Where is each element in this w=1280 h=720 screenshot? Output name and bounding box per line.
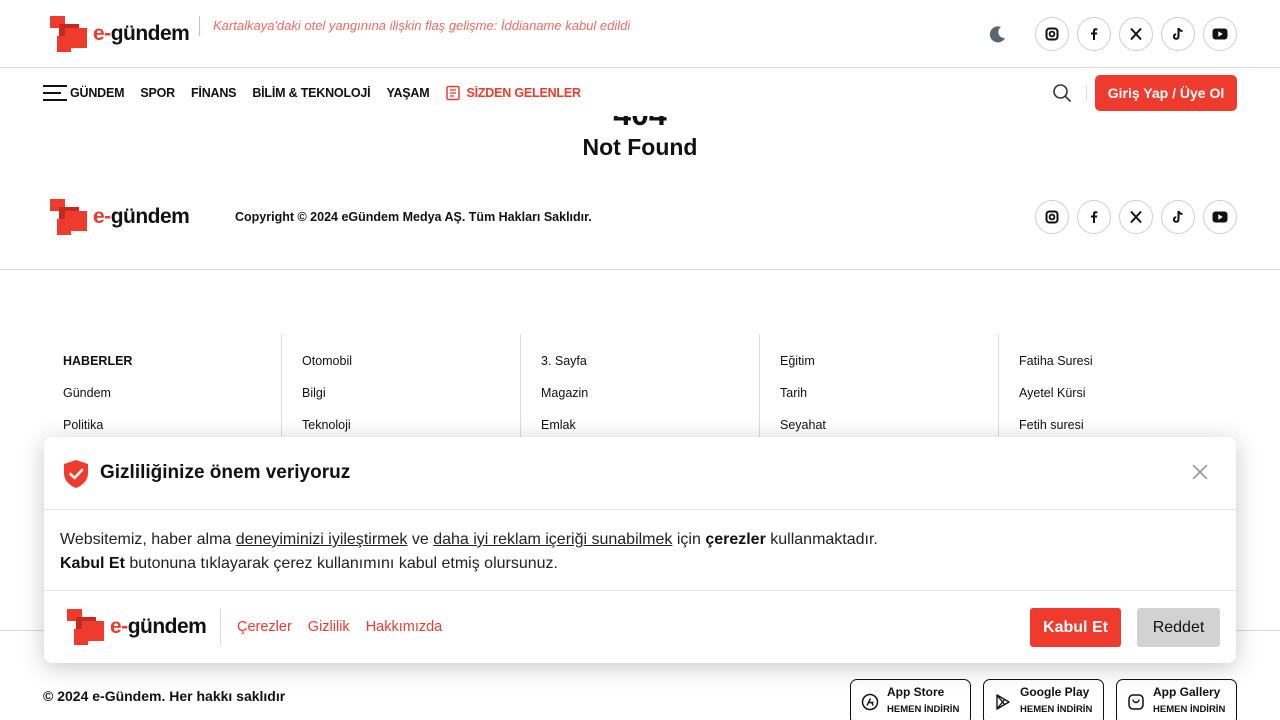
nav-item-bilim-teknoloji[interactable]: BİLİM & TEKNOLOJİ [252,86,370,100]
bottom-copyright: © 2024 e-Gündem. Her hakkı saklıdır [43,688,286,704]
store-cta: HEMEN İNDİRİN [887,704,960,715]
footer-column: HABERLER Gündem Politika [43,334,281,444]
nav-divider [1086,85,1087,101]
dark-mode-icon[interactable] [988,24,1008,44]
youtube-icon[interactable] [1203,200,1237,234]
footer-link[interactable]: Otomobil [302,354,520,386]
footer-link[interactable]: Fatiha Suresi [1019,354,1237,386]
cookie-policy-links: Çerezler Gizlilik Hakkımızda [220,608,442,646]
page: e-gündem Kartalkaya'daki otel yangınına … [0,0,1280,720]
nav-item-sizden-gelenler-label: SİZDEN GELENLER [466,86,581,100]
about-link[interactable]: Hakkımızda [366,619,443,635]
site-logo[interactable]: e-gündem [47,14,190,54]
facebook-icon[interactable] [1077,200,1111,234]
login-button[interactable]: Giriş Yap / Üye Ol [1095,75,1237,111]
main-nav: GÜNDEM SPOR FİNANS BİLİM & TEKNOLOJİ YAŞ… [0,69,1280,117]
youtube-icon[interactable] [1203,17,1237,51]
nav-item-finans[interactable]: FİNANS [191,86,237,100]
link-better-ads[interactable]: daha iyi reklam içeriği sunabilmek [433,531,672,548]
store-cta: HEMEN İNDİRİN [1153,704,1226,715]
facebook-icon[interactable] [1077,17,1111,51]
store-name: App Store [887,685,945,699]
footer-link[interactable]: Tarih [780,386,998,418]
footer-logo[interactable]: e-gündem [47,197,190,237]
close-icon[interactable] [1191,463,1209,481]
footer-link-columns: HABERLER Gündem Politika Otomobil Bilgi … [43,334,1237,444]
privacy-link[interactable]: Gizlilik [308,619,350,635]
cookie-dialog-header: Gizliliğinize önem veriyoruz [44,437,1236,510]
document-icon [446,85,461,101]
footer-column: Fatiha Suresi Ayetel Kürsi Fetih suresi [998,334,1237,444]
shield-check-icon [64,460,88,488]
app-gallery-button[interactable]: App Gallery HEMEN İNDİRİN [1116,679,1237,720]
cookie-dialog-body: Websitemiz, haber alma deneyiminizi iyil… [44,510,1236,591]
tiktok-icon[interactable] [1161,200,1195,234]
logo-text: e-gündem [110,615,207,638]
footer-copyright: Copyright © 2024 eGündem Medya AŞ. Tüm H… [235,210,592,224]
link-improve-experience[interactable]: deneyiminizi iyileştirmek [236,531,408,548]
footer-link[interactable]: 3. Sayfa [541,354,759,386]
footer-column: Otomobil Bilgi Teknoloji [281,334,520,444]
footer-link[interactable]: Eğitim [780,354,998,386]
accept-button[interactable]: Kabul Et [1030,608,1121,647]
x-icon[interactable] [1119,17,1153,51]
store-name: App Gallery [1153,685,1221,699]
store-name: Google Play [1020,685,1090,699]
store-cta: HEMEN İNDİRİN [1020,704,1093,715]
footer-column: 3. Sayfa Magazin Emlak [520,334,759,444]
footer-link[interactable]: Magazin [541,386,759,418]
cookie-text-line-2: Kabul Et butonuna tıklayarak çerez kulla… [60,555,558,572]
header-social-links [1035,17,1237,51]
google-play-button[interactable]: Google Play HEMEN İNDİRİN [983,679,1104,720]
nav-item-sizden-gelenler[interactable]: SİZDEN GELENLER [445,85,581,101]
logo-text: e-gündem [93,205,190,228]
cookie-text-line-1: Websitemiz, haber alma deneyiminizi iyil… [60,531,878,548]
footer-column-heading: HABERLER [63,354,133,368]
top-bar: e-gündem Kartalkaya'daki otel yangınına … [0,0,1280,68]
logo-mark-icon [50,16,87,52]
cookies-link[interactable]: Çerezler [237,619,292,635]
app-gallery-icon [1128,694,1144,710]
logo-mark-icon [67,609,104,645]
nav-items: GÜNDEM SPOR FİNANS BİLİM & TEKNOLOJİ YAŞ… [70,69,581,117]
nav-item-spor[interactable]: SPOR [140,86,175,100]
footer-link[interactable]: Ayetel Kürsi [1019,386,1237,418]
nav-item-yasam[interactable]: YAŞAM [386,86,429,100]
search-icon[interactable] [1052,83,1072,103]
footer-link[interactable]: Gündem [63,386,281,418]
x-icon[interactable] [1119,200,1153,234]
tiktok-icon[interactable] [1161,17,1195,51]
reject-button[interactable]: Reddet [1137,608,1220,647]
cookie-dialog-footer: e-gündem Çerezler Gizlilik Hakkımızda Ka… [44,591,1236,663]
app-store-button[interactable]: App Store HEMEN İNDİRİN [850,679,971,720]
cookie-dialog-logo: e-gündem [64,607,207,647]
footer-link[interactable]: Bilgi [302,386,520,418]
nav-item-gundem[interactable]: GÜNDEM [70,86,125,100]
app-store-icon [861,693,879,711]
google-play-icon [996,694,1010,710]
instagram-icon[interactable] [1035,200,1069,234]
instagram-icon[interactable] [1035,17,1069,51]
footer-social-links [1035,200,1237,234]
app-store-links: App Store HEMEN İNDİRİN Google Play HEME… [850,679,1237,720]
logo-text: e-gündem [93,22,190,45]
footer-column: Eğitim Tarih Seyahat [759,334,998,444]
cookie-dialog-title: Gizliliğinize önem veriyoruz [100,462,351,483]
menu-icon[interactable] [43,84,67,102]
footer-brand-row: e-gündem Copyright © 2024 eGündem Medya … [0,196,1280,270]
error-message: Not Found [582,134,698,160]
breaking-news-ticker[interactable]: Kartalkaya'daki otel yangınına ilişkin f… [199,16,630,36]
cookie-consent-dialog: Gizliliğinize önem veriyoruz Websitemiz,… [44,437,1236,663]
logo-mark-icon [50,199,87,235]
